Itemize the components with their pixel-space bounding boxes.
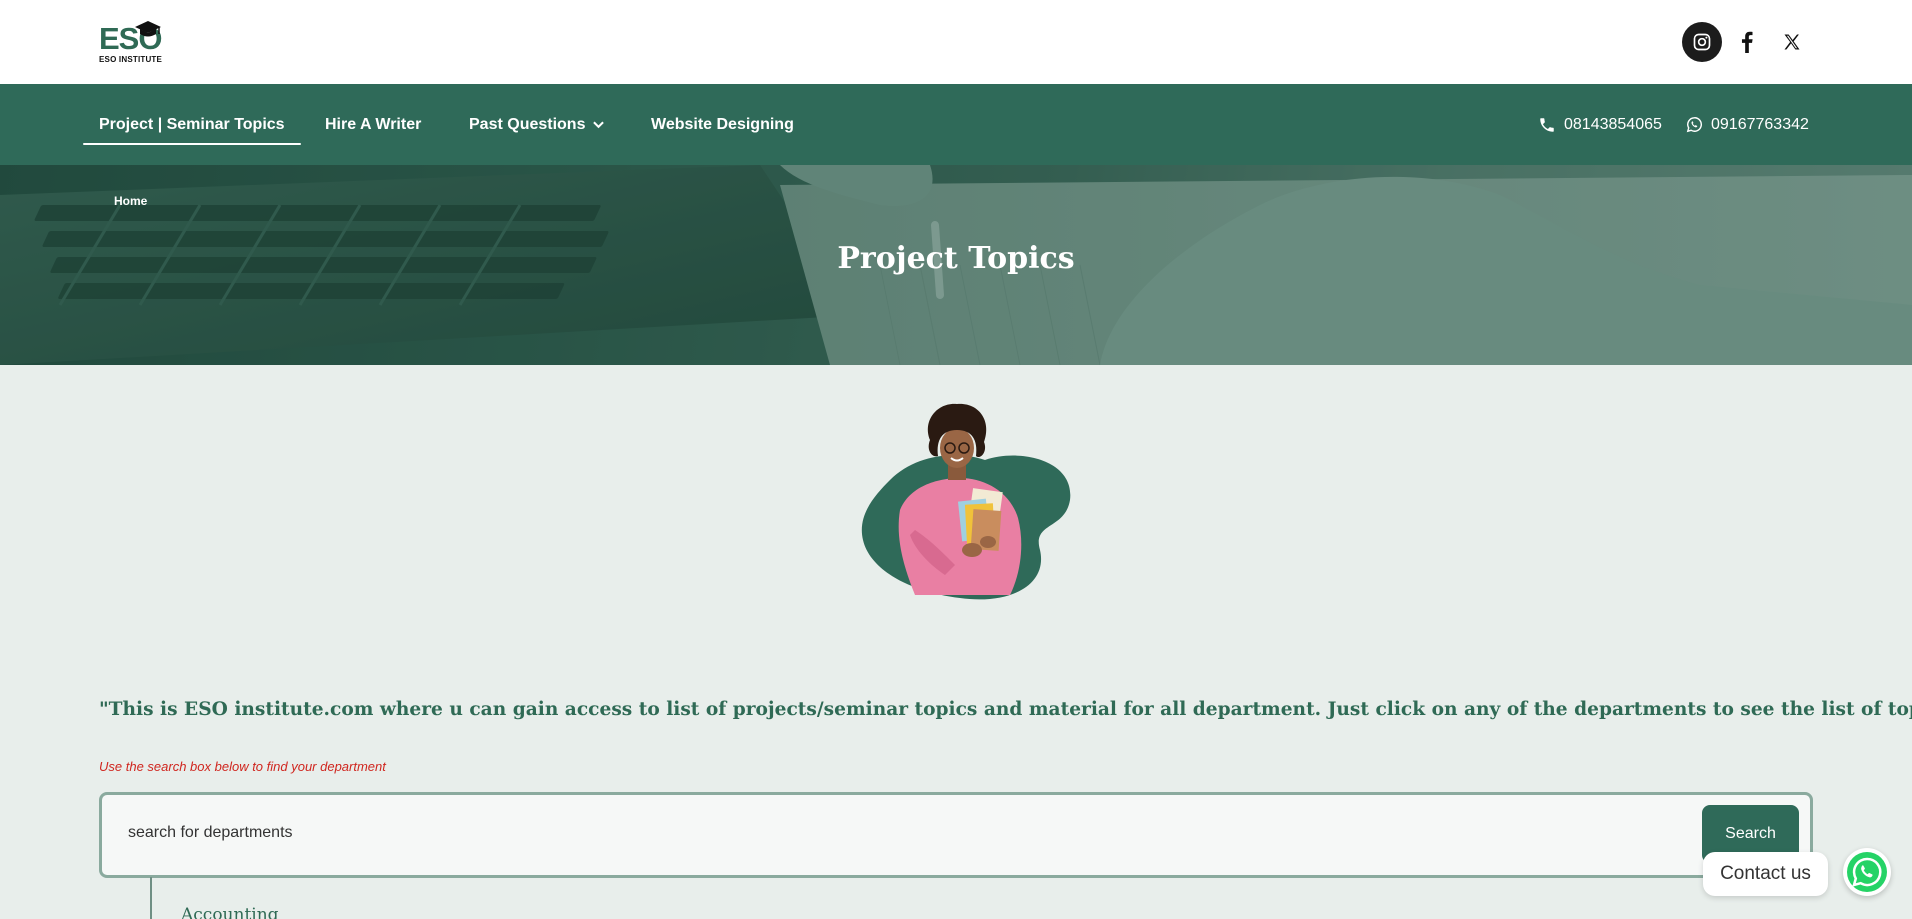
whatsapp-icon [1686, 117, 1702, 133]
nav-item-hire-a-writer[interactable]: Hire A Writer [325, 84, 421, 165]
hero-banner: Home Project Topics [0, 165, 1912, 365]
graduation-cap-icon [135, 21, 161, 37]
facebook-link[interactable] [1727, 22, 1767, 62]
intro-quote: "This is ESO institute.com where u can g… [99, 699, 1912, 720]
search-input[interactable] [128, 824, 1628, 842]
nav-item-label: Website Designing [651, 115, 794, 133]
whatsapp-chat-button[interactable] [1843, 848, 1891, 896]
chevron-down-icon [593, 121, 605, 128]
facebook-icon [1741, 31, 1753, 53]
main-nav: Project | Seminar Topics Hire A Writer P… [0, 84, 1912, 165]
nav-item-website-designing[interactable]: Website Designing [651, 84, 794, 165]
breadcrumb-home[interactable]: Home [114, 194, 147, 208]
search-hint: Use the search box below to find your de… [99, 759, 386, 774]
phone-contact[interactable]: 08143854065 [1538, 84, 1662, 165]
x-twitter-link[interactable] [1772, 22, 1812, 62]
page-title: Project Topics [837, 241, 1075, 276]
instagram-icon [1693, 33, 1711, 51]
phone-icon [1540, 117, 1554, 132]
nav-item-label: Hire A Writer [325, 115, 422, 133]
eso-logo[interactable]: ESO ESO INSTITUTE [99, 20, 163, 66]
whatsapp-icon [1847, 852, 1887, 892]
instagram-link[interactable] [1682, 22, 1722, 62]
whatsapp-number: 09167763342 [1711, 115, 1809, 133]
contact-us-label: Contact us [1720, 863, 1811, 884]
whatsapp-contact[interactable]: 09167763342 [1686, 84, 1809, 165]
student-illustration [861, 403, 1071, 600]
department-search: Search [99, 792, 1813, 878]
nav-item-label: Project | Seminar Topics [99, 115, 285, 133]
department-item-accounting[interactable]: Accounting [181, 905, 279, 919]
nav-item-label: Past Questions [469, 115, 586, 133]
phone-number: 08143854065 [1564, 115, 1662, 133]
contact-us-bubble[interactable]: Contact us [1703, 852, 1828, 896]
department-list-border [150, 877, 152, 919]
top-bar: ESO ESO INSTITUTE [0, 0, 1912, 84]
nav-item-past-questions[interactable]: Past Questions [469, 84, 605, 165]
logo-subtitle: ESO INSTITUTE [99, 55, 163, 64]
x-icon [1784, 34, 1800, 50]
nav-item-project-seminar-topics[interactable]: Project | Seminar Topics [83, 84, 301, 165]
